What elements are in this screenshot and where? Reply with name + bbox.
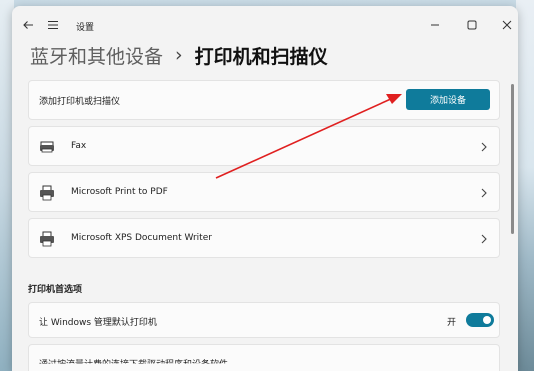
default-printer-setting: 让 Windows 管理默认打印机 开: [28, 302, 500, 338]
back-arrow-icon[interactable]: [22, 19, 34, 31]
printer-icon: [40, 231, 54, 247]
title-bar: 设置: [12, 6, 518, 42]
breadcrumb-parent[interactable]: 蓝牙和其他设备: [30, 42, 163, 69]
default-printer-label: 让 Windows 管理默认打印机: [39, 318, 157, 328]
chevron-right-icon: [481, 142, 487, 152]
settings-window: 设置 蓝牙和其他设备 › 打印机和扫描仪 添加打印机或扫描仪 添加设备 Fax: [12, 6, 518, 371]
hamburger-menu-icon[interactable]: [47, 19, 59, 31]
default-printer-toggle[interactable]: [466, 313, 494, 327]
breadcrumb-separator: ›: [175, 44, 183, 66]
page-title: 打印机和扫描仪: [194, 45, 328, 68]
app-title: 设置: [76, 23, 95, 33]
metered-download-label: 通过按流量计费的连接下载驱动程序和设备软件: [39, 360, 229, 370]
printer-name: Fax: [71, 141, 87, 151]
scrollbar[interactable]: [511, 84, 514, 234]
minimize-icon[interactable]: [429, 19, 441, 31]
printer-icon: [40, 185, 54, 201]
chevron-right-icon: [481, 188, 487, 198]
breadcrumb: 蓝牙和其他设备 › 打印机和扫描仪: [30, 40, 328, 70]
close-icon[interactable]: [501, 19, 513, 31]
printer-name: Microsoft Print to PDF: [71, 187, 168, 197]
metered-download-setting[interactable]: 通过按流量计费的连接下载驱动程序和设备软件: [28, 344, 500, 371]
maximize-icon[interactable]: [466, 19, 478, 31]
desktop-wallpaper-right: [516, 0, 534, 371]
fax-icon: [40, 141, 54, 153]
add-device-button[interactable]: 添加设备: [406, 89, 490, 110]
printer-item-fax[interactable]: Fax: [28, 126, 500, 166]
toggle-knob: [483, 316, 491, 324]
add-printer-card: 添加打印机或扫描仪 添加设备: [28, 80, 500, 120]
toggle-state-label: 开: [447, 318, 457, 328]
printer-item-xps-writer[interactable]: Microsoft XPS Document Writer: [28, 218, 500, 258]
printer-item-print-to-pdf[interactable]: Microsoft Print to PDF: [28, 172, 500, 212]
add-printer-label: 添加打印机或扫描仪: [39, 97, 121, 107]
printer-name: Microsoft XPS Document Writer: [71, 233, 212, 243]
printer-preferences-heading: 打印机首选项: [28, 285, 83, 295]
chevron-right-icon: [481, 234, 487, 244]
